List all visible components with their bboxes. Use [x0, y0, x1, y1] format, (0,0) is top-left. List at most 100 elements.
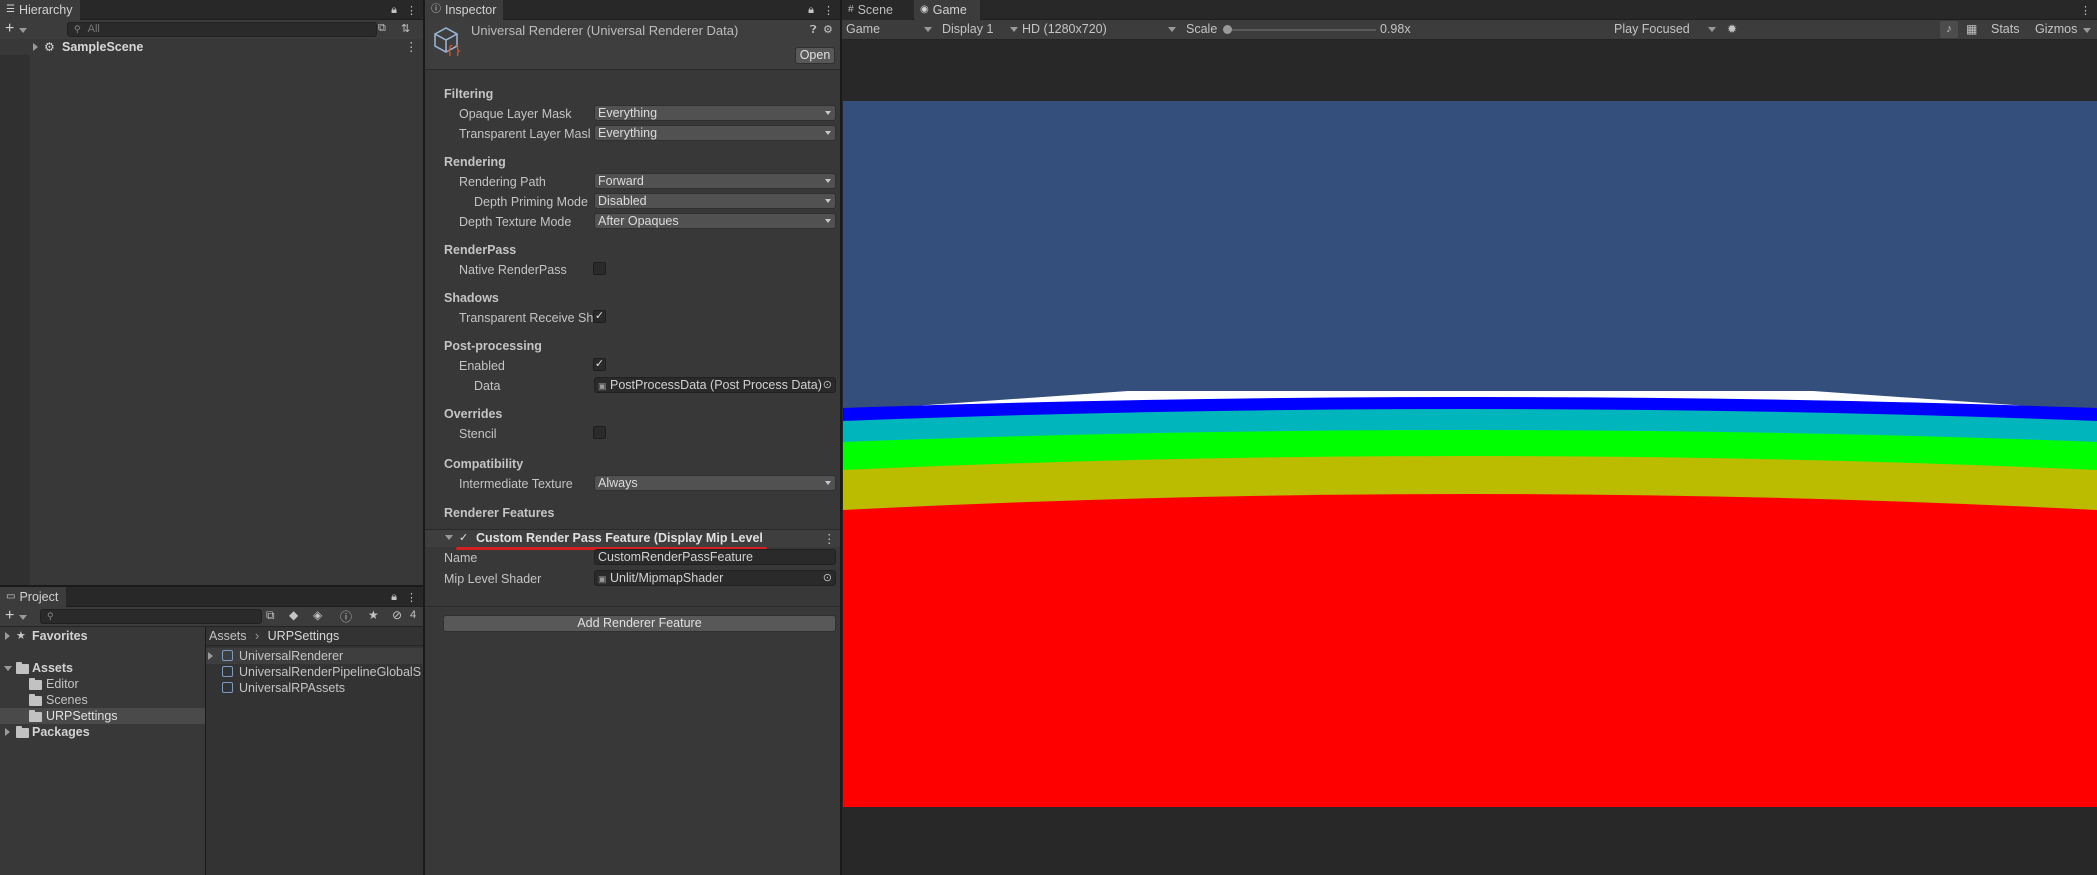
game-panel: # Scene ◉ Game ⋮ Game Display 1 HD (1280…	[842, 0, 2097, 875]
tree-item-packages[interactable]: Packages	[0, 724, 205, 740]
feature-header-row[interactable]: ✓ Custom Render Pass Feature (Display Mi…	[425, 529, 840, 547]
expand-icon[interactable]	[33, 43, 38, 51]
tree-item-assets[interactable]: Assets	[0, 660, 205, 676]
scale-slider-thumb[interactable]	[1223, 25, 1232, 34]
gizmos-toggle[interactable]: Gizmos	[2035, 21, 2077, 38]
native-renderpass-checkbox[interactable]	[593, 262, 606, 275]
rendering-path-dropdown[interactable]: Forward	[594, 173, 836, 189]
pp-enabled-checkbox[interactable]: ✓	[593, 358, 606, 371]
collapse-icon[interactable]	[445, 535, 453, 540]
tree-item-editor[interactable]: Editor	[0, 676, 205, 692]
tab-inspector[interactable]: ⓘ Inspector	[425, 0, 503, 20]
scene-menu-icon[interactable]: ⋮	[405, 39, 418, 55]
collapse-icon[interactable]	[4, 666, 12, 671]
scene-row[interactable]: ⚙ SampleScene ⋮	[0, 39, 423, 55]
object-picker-icon[interactable]: ⊙	[823, 571, 832, 585]
tree-item-scenes[interactable]: Scenes	[0, 692, 205, 708]
chevron-down-icon[interactable]	[2083, 28, 2091, 33]
tab-scene[interactable]: # Scene	[842, 0, 912, 20]
add-renderer-feature-label: Add Renderer Feature	[577, 616, 702, 630]
opaque-layer-mask-label: Opaque Layer Mask	[459, 107, 572, 121]
feature-name-field[interactable]: CustomRenderPassFeature	[594, 549, 836, 565]
lock-icon[interactable]: 🔒︎	[391, 4, 397, 17]
add-renderer-feature-button[interactable]: Add Renderer Feature	[443, 615, 836, 632]
tab-game[interactable]: ◉ Game	[914, 0, 980, 20]
search-icon: ⚲	[74, 24, 81, 34]
feature-header-label: Custom Render Pass Feature (Display Mip …	[476, 531, 766, 545]
resolution-dropdown[interactable]: HD (1280x720)	[1022, 21, 1180, 38]
tag-icon[interactable]: ◈	[313, 608, 322, 622]
stats-toggle[interactable]: Stats	[1991, 21, 2020, 38]
lock-icon[interactable]: 🔒︎	[391, 591, 397, 604]
opaque-layer-mask-dropdown[interactable]: Everything	[594, 105, 836, 121]
bug-icon[interactable]: ✹	[1727, 21, 1737, 38]
breadcrumb-item[interactable]: Assets	[209, 629, 247, 643]
play-mode-dropdown[interactable]: Play Focused	[1614, 21, 1720, 38]
sort-icon[interactable]: ⇅	[401, 22, 410, 35]
breadcrumb-separator: ›	[255, 629, 260, 643]
scale-label: Scale	[1186, 22, 1218, 36]
expand-icon[interactable]	[5, 728, 10, 736]
feature-enabled-check[interactable]: ✓	[459, 531, 468, 544]
expand-icon[interactable]	[5, 632, 10, 640]
object-picker-icon[interactable]: ⊙	[823, 378, 832, 392]
chevron-down-icon[interactable]	[19, 615, 27, 620]
tree-item-favorites[interactable]: ★ Favorites	[0, 628, 205, 644]
tree-item-urpsettings[interactable]: URPSettings	[0, 708, 205, 724]
inspector-panel: ⓘ Inspector 🔒︎ ⋮ {} Universal Renderer (…	[425, 0, 840, 875]
more-options-icon[interactable]: ⋮	[406, 591, 417, 604]
open-button[interactable]: Open	[795, 47, 835, 64]
info-icon[interactable]: ⓘ	[340, 608, 352, 625]
help-icon[interactable]: ❓︎	[810, 24, 817, 37]
hierarchy-search-input[interactable]: ⚲ All	[67, 22, 377, 37]
chevron-down-icon[interactable]	[19, 28, 27, 33]
tree-item-label: URPSettings	[46, 709, 118, 723]
grid-icon[interactable]: ▦	[1966, 21, 1977, 38]
feature-menu-icon[interactable]: ⋮	[823, 531, 836, 546]
settings-asset-icon	[222, 666, 233, 677]
stencil-label: Stencil	[459, 427, 497, 441]
more-options-icon[interactable]: ⋮	[406, 4, 417, 17]
breadcrumb-item[interactable]: URPSettings	[268, 629, 340, 643]
audio-mute-icon[interactable]: ♪	[1940, 21, 1958, 38]
search-by-type-icon[interactable]: ⧉	[266, 608, 275, 623]
rendering-path-label: Rendering Path	[459, 175, 546, 189]
scene-visibility-icon[interactable]: ⧉	[378, 22, 386, 35]
folder-icon	[29, 678, 42, 690]
preset-icon[interactable]: ⚙	[823, 23, 833, 36]
add-icon[interactable]: +	[5, 607, 14, 625]
project-search-input[interactable]: ⚲	[40, 609, 262, 624]
lock-icon[interactable]: 🔒︎	[808, 4, 814, 17]
tab-hierarchy[interactable]: ☰ Hierarchy	[0, 0, 80, 20]
transparent-layer-mask-dropdown[interactable]: Everything	[594, 125, 836, 141]
list-item[interactable]: UniversalRenderer	[206, 648, 423, 664]
depth-priming-mode-dropdown[interactable]: Disabled	[594, 193, 836, 209]
list-item[interactable]: UniversalRPAssets	[206, 680, 423, 696]
project-panel: ▭ Project 🔒︎ ⋮ + ⚲ ⧉ ◆ ◈ ⓘ ★ ⊘ 4 ★ Favor…	[0, 587, 423, 875]
add-icon[interactable]: +	[5, 20, 14, 38]
pp-data-label: Data	[474, 379, 501, 393]
scale-slider[interactable]	[1223, 25, 1376, 34]
game-viewport[interactable]	[843, 101, 2097, 807]
transparent-receive-shadows-checkbox[interactable]: ✓	[593, 310, 606, 323]
list-item[interactable]: UniversalRenderPipelineGlobalS	[206, 664, 423, 680]
list-icon: ☰	[6, 4, 15, 15]
filter-by-label-icon[interactable]: ◆	[289, 608, 298, 622]
tab-project[interactable]: ▭ Project	[0, 587, 66, 607]
more-options-icon[interactable]: ⋮	[2080, 4, 2091, 17]
folder-icon	[16, 726, 29, 738]
depth-texture-mode-dropdown[interactable]: After Opaques	[594, 213, 836, 229]
more-options-icon[interactable]: ⋮	[823, 4, 834, 17]
hidden-packages-icon[interactable]: ⊘	[392, 608, 402, 622]
chevron-down-icon	[825, 179, 831, 183]
native-renderpass-label: Native RenderPass	[459, 263, 567, 277]
intermediate-texture-dropdown[interactable]: Always	[594, 475, 836, 491]
expand-icon[interactable]	[208, 652, 213, 660]
panel-separator[interactable]	[0, 585, 423, 587]
star-icon[interactable]: ★	[368, 608, 379, 622]
mip-level-shader-field[interactable]: ▣ Unlit/MipmapShader ⊙	[594, 570, 836, 586]
stencil-checkbox[interactable]	[593, 426, 606, 439]
display-dropdown[interactable]: Display 1	[942, 21, 1022, 38]
pp-data-object-field[interactable]: ▣ PostProcessData (Post Process Data) ⊙	[594, 377, 836, 393]
view-mode-dropdown[interactable]: Game	[846, 21, 936, 38]
